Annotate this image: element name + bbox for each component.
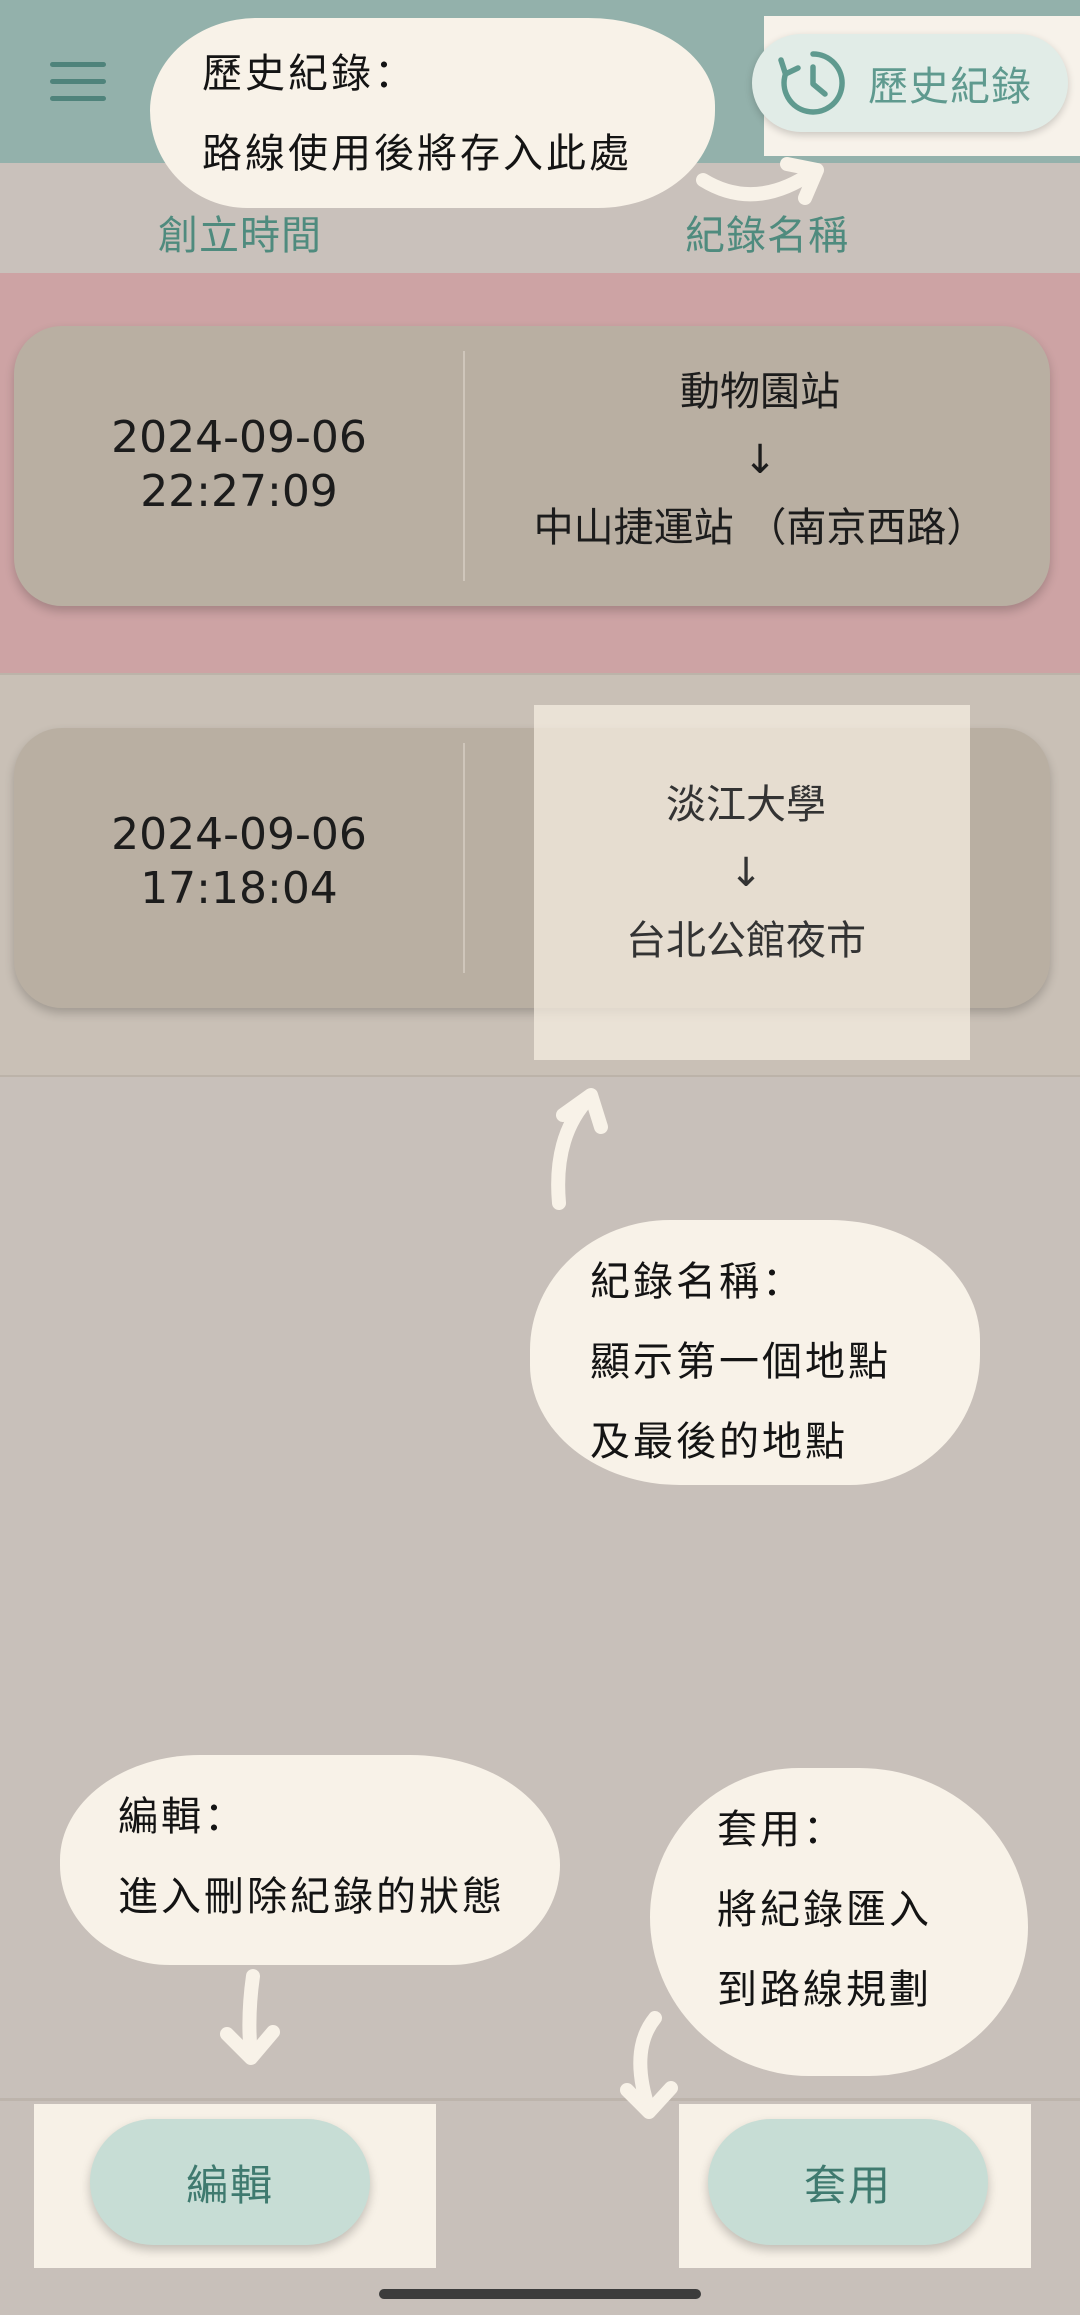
record-name: 動物園站 ↓ 中山捷運站 （南京西路） xyxy=(470,358,1050,562)
history-clock-icon xyxy=(778,51,845,115)
record-name: 淡江大學 ↓ 台北公館夜市 xyxy=(456,771,1036,975)
callout-text: 到路線規劃 xyxy=(717,1967,932,2013)
callout-arrow-icon xyxy=(551,1088,608,1210)
column-created-time: 創立時間 xyxy=(158,213,322,259)
callout-text: 顯示第一個地點 xyxy=(590,1339,891,1385)
callout-text: 進入刪除紀錄的狀態 xyxy=(118,1874,505,1920)
record-start-location: 動物園站 xyxy=(680,369,840,415)
callout-title: 套用： xyxy=(717,1807,846,1853)
history-button-label: 歷史紀錄 xyxy=(868,64,1032,110)
callout-apply: 套用： 將紀錄匯入 到路線規劃 xyxy=(650,1768,1028,2076)
hamburger-menu-icon[interactable] xyxy=(50,62,106,102)
record-end-location: 中山捷運站 （南京西路） xyxy=(533,505,987,551)
record-time: 22:27:09 xyxy=(140,466,338,517)
record-time: 17:18:04 xyxy=(140,863,338,914)
callout-arrow-icon xyxy=(620,2011,678,2119)
record-created-time: 2024-09-06 17:18:04 xyxy=(44,808,434,916)
down-arrow-icon: ↓ xyxy=(729,850,763,896)
record-start-location: 淡江大學 xyxy=(666,782,826,828)
callout-title: 歷史紀錄： xyxy=(202,51,417,97)
card-divider xyxy=(463,351,465,581)
callout-text: 及最後的地點 xyxy=(590,1419,848,1465)
record-date: 2024-09-06 xyxy=(111,809,367,860)
callout-title: 編輯： xyxy=(118,1794,247,1840)
callout-history: 歷史紀錄： 路線使用後將存入此處 xyxy=(150,18,715,208)
record-end-location: 台北公館夜市 xyxy=(626,918,866,964)
bottom-bar-divider xyxy=(0,2098,1080,2101)
callout-title: 紀錄名稱： xyxy=(590,1259,805,1305)
record-created-time: 2024-09-06 22:27:09 xyxy=(44,411,434,519)
record-date: 2024-09-06 xyxy=(111,412,367,463)
apply-button[interactable]: 套用 xyxy=(708,2119,988,2245)
callout-arrow-icon xyxy=(220,1969,280,2065)
history-button[interactable]: 歷史紀錄 xyxy=(752,34,1068,132)
edit-button[interactable]: 編輯 xyxy=(90,2119,370,2245)
callout-arrow-icon xyxy=(696,157,824,205)
record-card[interactable]: 2024-09-06 22:27:09 動物園站 ↓ 中山捷運站 （南京西路） xyxy=(14,326,1050,606)
callout-record-name: 紀錄名稱： 顯示第一個地點 及最後的地點 xyxy=(530,1220,980,1485)
callout-text: 將紀錄匯入 xyxy=(717,1887,932,1933)
home-indicator[interactable] xyxy=(379,2289,701,2299)
down-arrow-icon: ↓ xyxy=(743,437,777,483)
callout-edit: 編輯： 進入刪除紀錄的狀態 xyxy=(60,1755,560,1965)
callout-text: 路線使用後將存入此處 xyxy=(202,131,632,177)
